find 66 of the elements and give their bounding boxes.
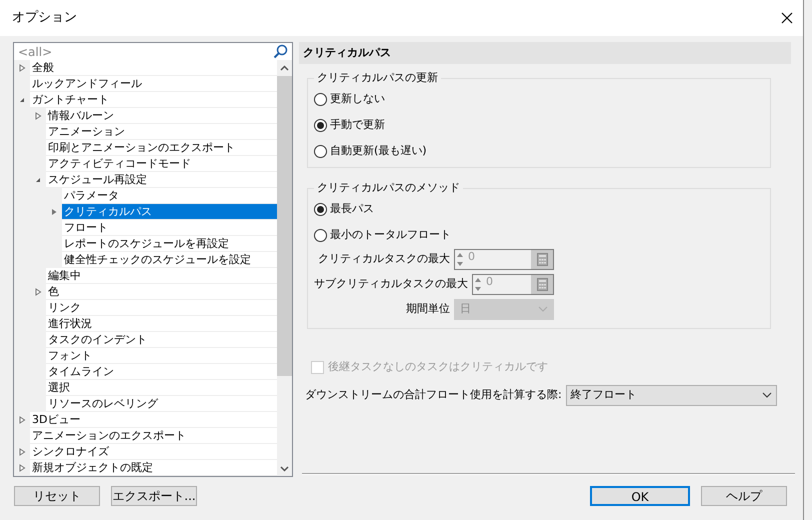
tree-item[interactable]: 印刷とアニメーションのエクスポート (46, 140, 277, 156)
tree-item[interactable]: アニメーション (46, 124, 277, 140)
field-label: サブクリティカルタスクの最大 (314, 276, 468, 292)
dialog-button[interactable]: ヘルプ (701, 486, 787, 506)
tree-item[interactable]: フォント (46, 348, 277, 364)
collapsed-arrow-icon[interactable] (50, 208, 58, 216)
dialog-button[interactable]: エクスポート... (111, 486, 197, 506)
tree-item[interactable]: 全般 (30, 60, 277, 76)
search-field[interactable]: <all> (18, 44, 273, 60)
field-label: 期間単位 (406, 300, 450, 317)
collapsed-arrow-icon[interactable] (18, 416, 26, 424)
tree-item[interactable]: 編集中 (46, 268, 277, 284)
close-icon[interactable] (781, 12, 793, 24)
group-title: クリティカルパスの更新 (314, 71, 441, 85)
radio-button[interactable] (314, 202, 327, 216)
tree-item[interactable]: 進行状況 (46, 316, 277, 332)
expanded-arrow-icon[interactable] (18, 96, 26, 104)
scroll-up-icon[interactable] (280, 65, 289, 71)
expanded-arrow-icon[interactable] (34, 176, 42, 184)
tree-item[interactable]: リンク (46, 300, 277, 316)
dialog-button[interactable]: リセット (14, 486, 100, 506)
radio-label[interactable]: 自動更新(最も遅い) (330, 142, 427, 160)
tree-item[interactable]: ルックアンドフィール (30, 76, 277, 92)
scrollbar-thumb[interactable] (277, 76, 292, 376)
panel-title: クリティカルパス (299, 42, 791, 64)
tree-item[interactable]: レポートのスケジュールを再設定 (62, 236, 277, 252)
collapsed-arrow-icon[interactable] (18, 448, 26, 456)
collapsed-arrow-icon[interactable] (18, 64, 26, 72)
tree-item[interactable]: シンクロナイズ (30, 444, 277, 460)
field-label: クリティカルタスクの最大 (318, 250, 450, 267)
tree-item[interactable]: アクティビティコードモード (46, 156, 277, 172)
tree-item[interactable]: 情報バルーン (46, 108, 277, 124)
tree-item[interactable]: 色 (46, 284, 277, 300)
radio-label[interactable]: 手動で更新 (330, 116, 385, 134)
tree-item[interactable]: 選択 (46, 380, 277, 396)
dropdown[interactable]: 終了フロート (566, 384, 777, 406)
radio-button[interactable] (314, 228, 327, 242)
tree-item[interactable]: 健全性チェックのスケジュールを設定 (62, 252, 277, 268)
tree-item[interactable]: 新規オブジェクトの既定 (30, 460, 277, 476)
tree-item[interactable]: フロート (62, 220, 277, 236)
collapsed-arrow-icon[interactable] (34, 112, 42, 120)
radio-label[interactable]: 最小のトータルフロート (330, 226, 451, 244)
group-title: クリティカルパスのメソッド (314, 181, 463, 195)
collapsed-arrow-icon[interactable] (34, 288, 42, 296)
tree-item[interactable]: アニメーションのエクスポート (30, 428, 277, 444)
dialog-button[interactable]: OK (590, 486, 690, 506)
tree-item[interactable]: リソースのレベリング (46, 396, 277, 412)
tree-item[interactable]: 3Dビュー (30, 412, 277, 428)
radio-label[interactable]: 更新しない (330, 90, 385, 108)
radio-button[interactable] (314, 144, 327, 158)
tree-item[interactable]: タイムライン (46, 364, 277, 380)
window-title: オプション (12, 9, 77, 28)
radio-label[interactable]: 最長パス (330, 200, 374, 218)
tree-item[interactable]: クリティカルパス (62, 204, 277, 220)
tree-item[interactable]: パラメータ (62, 188, 277, 204)
scrollbar[interactable] (277, 60, 292, 476)
tree-item[interactable]: ガントチャート (30, 92, 277, 108)
tree-item[interactable]: スケジュール再設定 (46, 172, 277, 188)
tree-item[interactable]: タスクのインデント (46, 332, 277, 348)
field-label: ダウンストリームの合計フロート使用を計算する際: (305, 386, 562, 403)
radio-button[interactable] (314, 118, 327, 132)
scroll-down-icon[interactable] (280, 466, 289, 472)
radio-button[interactable] (314, 92, 327, 106)
collapsed-arrow-icon[interactable] (18, 464, 26, 472)
search-icon[interactable] (273, 44, 288, 59)
chevron-down-icon[interactable] (762, 392, 772, 398)
